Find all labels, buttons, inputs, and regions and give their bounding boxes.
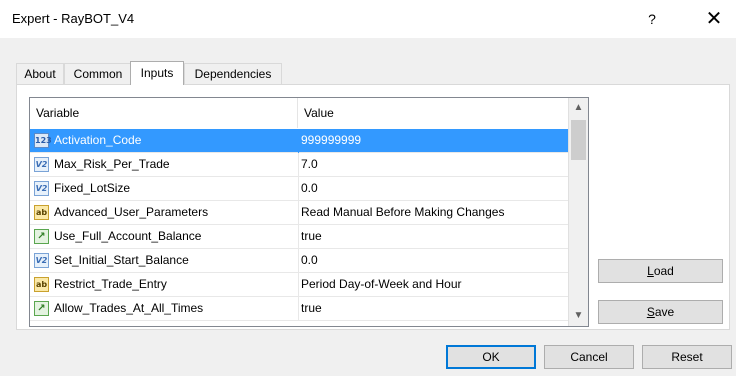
variable-name: Allow_Trades_At_All_Times — [54, 301, 204, 315]
cancel-button[interactable]: Cancel — [544, 345, 634, 369]
window-title: Expert - RayBOT_V4 — [12, 11, 135, 26]
variable-value[interactable]: Period Day-of-Week and Hour — [301, 273, 566, 296]
column-divider — [298, 201, 299, 225]
variable-name: Activation_Code — [54, 133, 142, 147]
grid-rows: 123 Activation_Code 999999999 V2 Max_Risk_Pe… — [30, 129, 568, 321]
table-row[interactable]: ab Advanced_User_Parameters Read Manual Be… — [30, 201, 568, 225]
ok-button[interactable]: OK — [446, 345, 536, 369]
variable-name: Set_Initial_Start_Balance — [54, 253, 189, 267]
string-type-icon: ab — [34, 205, 49, 220]
close-button[interactable]: ✕ — [696, 6, 732, 32]
variable-value[interactable]: 0.0 — [301, 177, 566, 200]
variable-name: Advanced_User_Parameters — [54, 205, 209, 219]
save-button[interactable]: Save — [598, 300, 723, 324]
variable-name: Fixed_LotSize — [54, 181, 131, 195]
inputs-grid[interactable]: Variable Value 123 Activation_Code 9999999… — [29, 97, 589, 327]
title-bar: Expert - RayBOT_V4 ? ✕ — [0, 0, 736, 38]
double-type-icon: V2 — [34, 253, 49, 268]
tab-inputs[interactable]: Inputs — [130, 61, 184, 85]
table-row[interactable]: ↗ Use_Full_Account_Balance true — [30, 225, 568, 249]
reset-button[interactable]: Reset — [642, 345, 732, 369]
help-button[interactable]: ? — [640, 9, 664, 29]
integer-type-icon: 123 — [34, 133, 52, 148]
tab-common[interactable]: Common — [64, 63, 132, 84]
table-row[interactable]: V2 Set_Initial_Start_Balance 0.0 — [30, 249, 568, 273]
table-row[interactable]: 123 Activation_Code 999999999 — [30, 129, 568, 153]
string-type-icon: ab — [34, 277, 49, 292]
bool-type-icon: ↗ — [34, 229, 49, 244]
column-divider — [298, 177, 299, 201]
column-divider — [298, 297, 299, 321]
column-divider — [298, 129, 299, 153]
load-button[interactable]: Load — [598, 259, 723, 283]
column-divider — [298, 153, 299, 177]
variable-value[interactable]: true — [301, 225, 566, 248]
scroll-thumb[interactable] — [571, 120, 586, 160]
variable-value[interactable]: Read Manual Before Making Changes — [301, 201, 566, 224]
table-row[interactable]: ab Restrict_Trade_Entry Period Day-of-Week… — [30, 273, 568, 297]
double-type-icon: V2 — [34, 181, 49, 196]
column-divider — [298, 249, 299, 273]
column-divider — [298, 225, 299, 249]
variable-value[interactable]: 0.0 — [301, 249, 566, 272]
table-row[interactable]: V2 Max_Risk_Per_Trade 7.0 — [30, 153, 568, 177]
vertical-scrollbar[interactable]: ▲ ▼ — [568, 98, 588, 326]
tab-about[interactable]: About — [16, 63, 64, 84]
column-header-value[interactable]: Value — [298, 98, 568, 128]
variable-value[interactable]: true — [301, 297, 566, 320]
column-header-variable[interactable]: Variable — [30, 98, 298, 128]
tab-dependencies[interactable]: Dependencies — [184, 63, 282, 84]
bool-type-icon: ↗ — [34, 301, 49, 316]
variable-value[interactable]: 7.0 — [301, 153, 566, 176]
grid-header: Variable Value — [30, 98, 568, 128]
scroll-down-icon[interactable]: ▼ — [569, 306, 588, 326]
variable-name: Restrict_Trade_Entry — [54, 277, 167, 291]
variable-name: Use_Full_Account_Balance — [54, 229, 202, 243]
variable-name: Max_Risk_Per_Trade — [54, 157, 170, 171]
table-row[interactable]: V2 Fixed_LotSize 0.0 — [30, 177, 568, 201]
double-type-icon: V2 — [34, 157, 49, 172]
table-row[interactable]: ↗ Allow_Trades_At_All_Times true — [30, 297, 568, 321]
column-divider — [298, 273, 299, 297]
variable-value[interactable]: 999999999 — [301, 129, 566, 152]
scroll-up-icon[interactable]: ▲ — [569, 98, 588, 118]
